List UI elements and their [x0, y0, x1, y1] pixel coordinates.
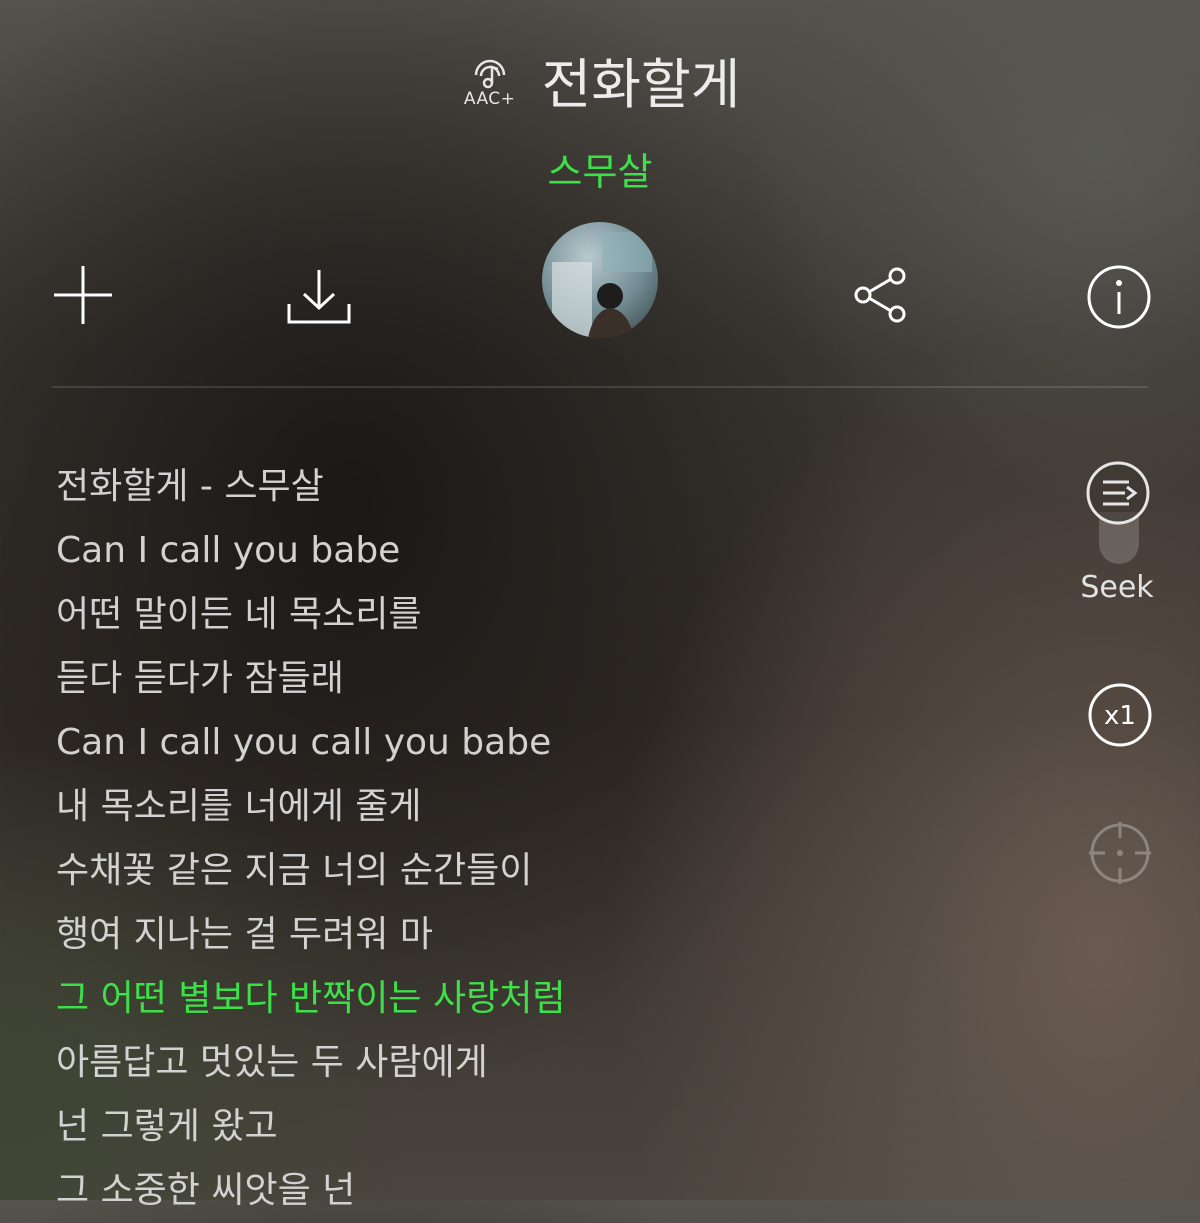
info-button[interactable] — [1086, 264, 1152, 330]
lyric-line[interactable]: 아름답고 멋있는 두 사람에게 — [56, 1031, 1056, 1095]
lyrics-seek-icon — [1086, 461, 1150, 525]
speed-icon: x1 — [1088, 683, 1152, 747]
info-icon — [1087, 265, 1151, 329]
title-row: AAC+ 전화할게 — [0, 40, 1200, 119]
lyric-line[interactable]: 어떤 말이든 네 목소리를 — [56, 583, 1056, 647]
lyric-line[interactable]: 넌 그렇게 왔고 — [56, 1095, 1056, 1159]
lyric-line[interactable]: 듣다 듣다가 잠들래 — [56, 647, 1056, 711]
music-note-icon — [474, 59, 505, 88]
download-button[interactable] — [286, 266, 352, 326]
share-button[interactable] — [852, 266, 910, 324]
add-button[interactable] — [52, 264, 114, 326]
sync-position-button[interactable] — [1087, 820, 1153, 890]
seek-label: Seek — [1080, 570, 1154, 605]
lyric-line[interactable]: 그 소중한 씨앗을 넌 — [56, 1159, 1056, 1223]
share-icon — [854, 267, 906, 323]
lyric-line[interactable]: Can I call you call you babe — [56, 711, 1056, 775]
lyric-line-active[interactable]: 그 어떤 별보다 반짝이는 사랑처럼 — [56, 967, 1056, 1031]
sound-quality-badge[interactable]: AAC+ — [460, 57, 520, 109]
album-art[interactable] — [542, 222, 658, 338]
song-title: 전화할게 — [541, 53, 741, 116]
add-icon — [54, 266, 112, 324]
action-bar — [0, 222, 1200, 342]
lyrics-panel[interactable]: 전화할게 - 스무살 Can I call you babe 어떤 말이든 네 … — [56, 455, 1056, 1223]
lyric-line[interactable]: 행여 지나는 걸 두려워 마 — [56, 903, 1056, 967]
lyric-line[interactable]: 내 목소리를 너에게 줄게 — [56, 775, 1056, 839]
lyric-line[interactable]: Can I call you babe — [56, 519, 1056, 583]
song-header: AAC+ 전화할게 스무살 — [0, 40, 1200, 196]
quality-label: AAC+ — [463, 88, 516, 109]
lyric-line[interactable]: 전화할게 - 스무살 — [56, 455, 1056, 519]
download-icon — [287, 270, 351, 324]
seek-toggle[interactable] — [1085, 460, 1151, 530]
speed-label: x1 — [1104, 701, 1136, 731]
artist-name[interactable]: 스무살 — [0, 141, 1200, 196]
speed-button[interactable]: x1 — [1087, 682, 1153, 752]
album-art-image — [552, 232, 652, 338]
lyric-line[interactable]: 수채꽃 같은 지금 너의 순간들이 — [56, 839, 1056, 903]
crosshair-icon — [1089, 822, 1151, 884]
divider — [52, 386, 1148, 388]
